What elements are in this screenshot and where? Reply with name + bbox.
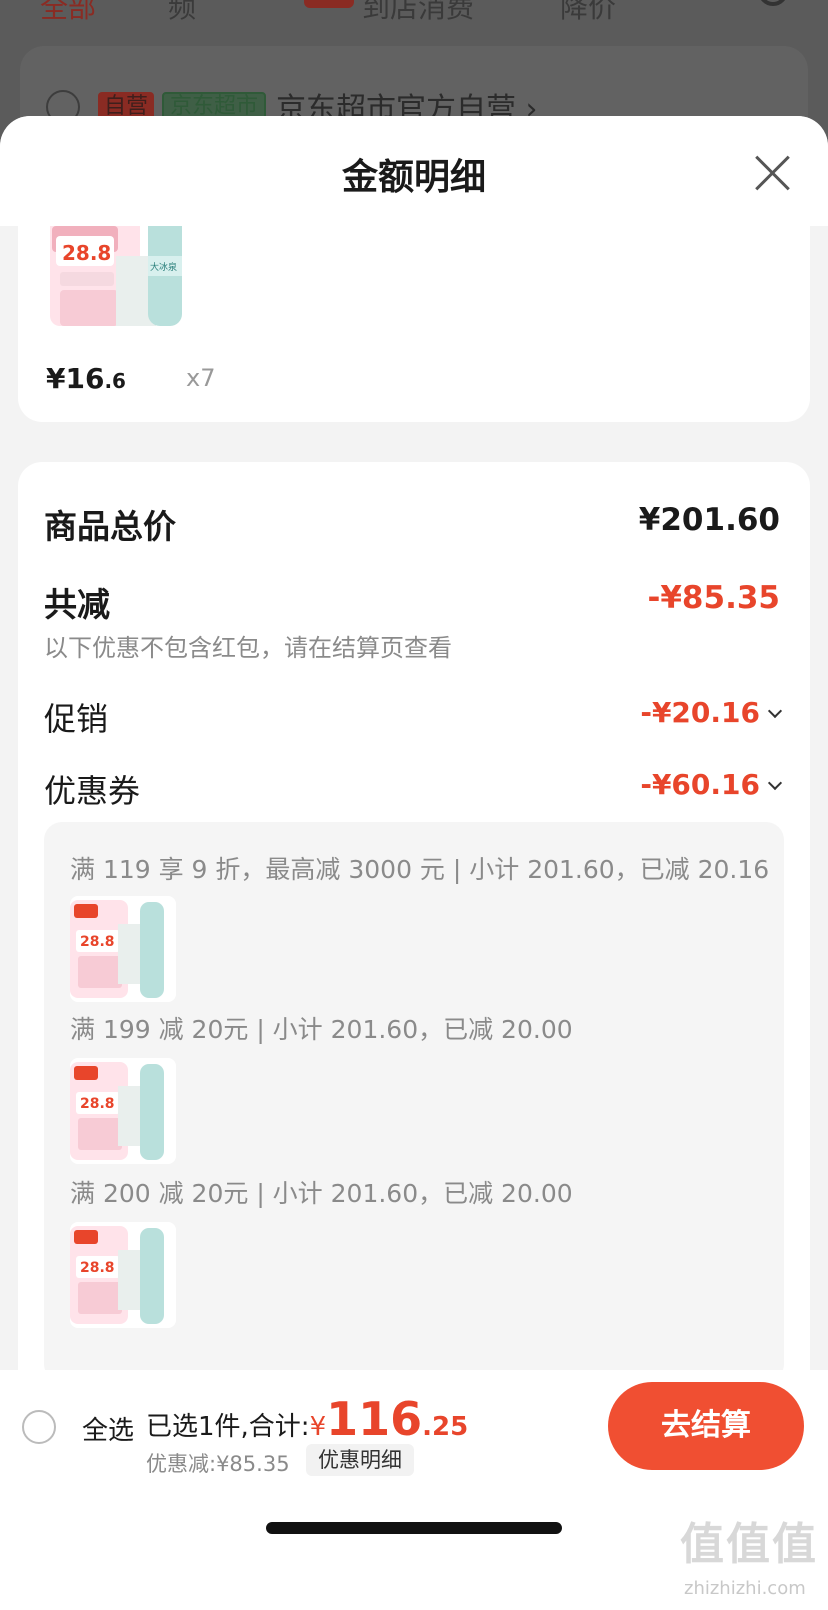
coupon-product-thumb-2: 28.8 xyxy=(70,1058,176,1164)
promo-row[interactable]: -¥20.16 xyxy=(640,696,783,729)
reduced-label: 共减 xyxy=(44,585,110,624)
search-icon xyxy=(758,0,788,6)
chevron-down-icon xyxy=(767,775,783,791)
product-card: 28.8 大冰泉 ¥16.6 x7 xyxy=(18,226,810,422)
checkout-button[interactable]: 去结算 xyxy=(608,1382,804,1470)
discount-note: 以下优惠不包含红包，请在结算页查看 xyxy=(44,634,452,662)
svg-text:28.8: 28.8 xyxy=(80,934,115,950)
chevron-down-icon xyxy=(767,703,783,719)
sheet-title: 金额明细 xyxy=(341,157,486,198)
total-summary: 已选1件,合计:¥116.25 xyxy=(146,1392,468,1446)
promo-label: 促销 xyxy=(44,700,109,738)
coupon-row[interactable]: -¥60.16 xyxy=(640,768,783,801)
product-price: ¥16.6 xyxy=(46,362,126,395)
discount-detail-button[interactable]: 优惠明细 xyxy=(306,1444,414,1476)
product-image: 28.8 大冰泉 xyxy=(50,226,210,336)
watermark-url: zhizhizhi.com xyxy=(684,1578,806,1599)
promo-value: -¥20.16 xyxy=(640,696,760,729)
watermark-logo: 值值值 xyxy=(680,1519,818,1570)
selected-count-text: 已选1件,合计: xyxy=(146,1412,310,1442)
home-indicator xyxy=(266,1522,562,1534)
coupon-label: 优惠券 xyxy=(44,772,141,810)
sheet-header: 金额明细 xyxy=(0,116,828,226)
total-label: 商品总价 xyxy=(44,507,176,546)
bg-tab-4: 降价 xyxy=(560,0,617,24)
bg-tab-3: 到店消费 xyxy=(362,0,475,24)
coupon-rule-3: 满 200 减 20元 | 小计 201.60，已减 20.00 xyxy=(70,1179,573,1208)
bg-tab-all: 全部 xyxy=(40,0,97,24)
coupon-detail-box: 满 119 享 9 折，最高减 3000 元 | 小计 201.60，已减 20… xyxy=(44,822,784,1382)
bg-tab-badge xyxy=(304,0,354,8)
coupon-rule-2: 满 199 减 20元 | 小计 201.60，已减 20.00 xyxy=(70,1015,573,1044)
bottle-brand-text: 大冰泉 xyxy=(150,261,177,273)
svg-text:28.8: 28.8 xyxy=(80,1096,115,1112)
select-all-label[interactable]: 全选 xyxy=(82,1410,134,1447)
background-tabs: 全部 频 到店消费 降价 xyxy=(0,0,828,26)
total-currency: ¥ xyxy=(309,1412,327,1442)
product-quantity: x7 xyxy=(186,364,216,392)
promo-price-text: 28.8 xyxy=(62,241,111,265)
bg-tab-2: 频 xyxy=(168,0,197,24)
discount-summary: 优惠减:¥85.35 xyxy=(146,1452,290,1476)
total-value: ¥201.60 xyxy=(638,502,780,538)
select-all-checkbox[interactable] xyxy=(22,1410,56,1444)
coupon-value: -¥60.16 xyxy=(640,768,760,801)
coupon-rule-1: 满 119 享 9 折，最高减 3000 元 | 小计 201.60，已减 20… xyxy=(70,855,770,884)
coupon-product-thumb-1: 28.8 xyxy=(70,896,176,1002)
total-amount-int: 116 xyxy=(326,1392,423,1446)
total-amount-dec: .25 xyxy=(422,1412,469,1442)
close-icon[interactable] xyxy=(752,152,792,192)
checkout-bar: 全选 已选1件,合计:¥116.25 优惠减:¥85.35 优惠明细 去结算 值… xyxy=(0,1370,828,1610)
svg-text:28.8: 28.8 xyxy=(80,1260,115,1276)
coupon-product-thumb-3: 28.8 xyxy=(70,1222,176,1328)
reduced-value: -¥85.35 xyxy=(647,580,781,616)
